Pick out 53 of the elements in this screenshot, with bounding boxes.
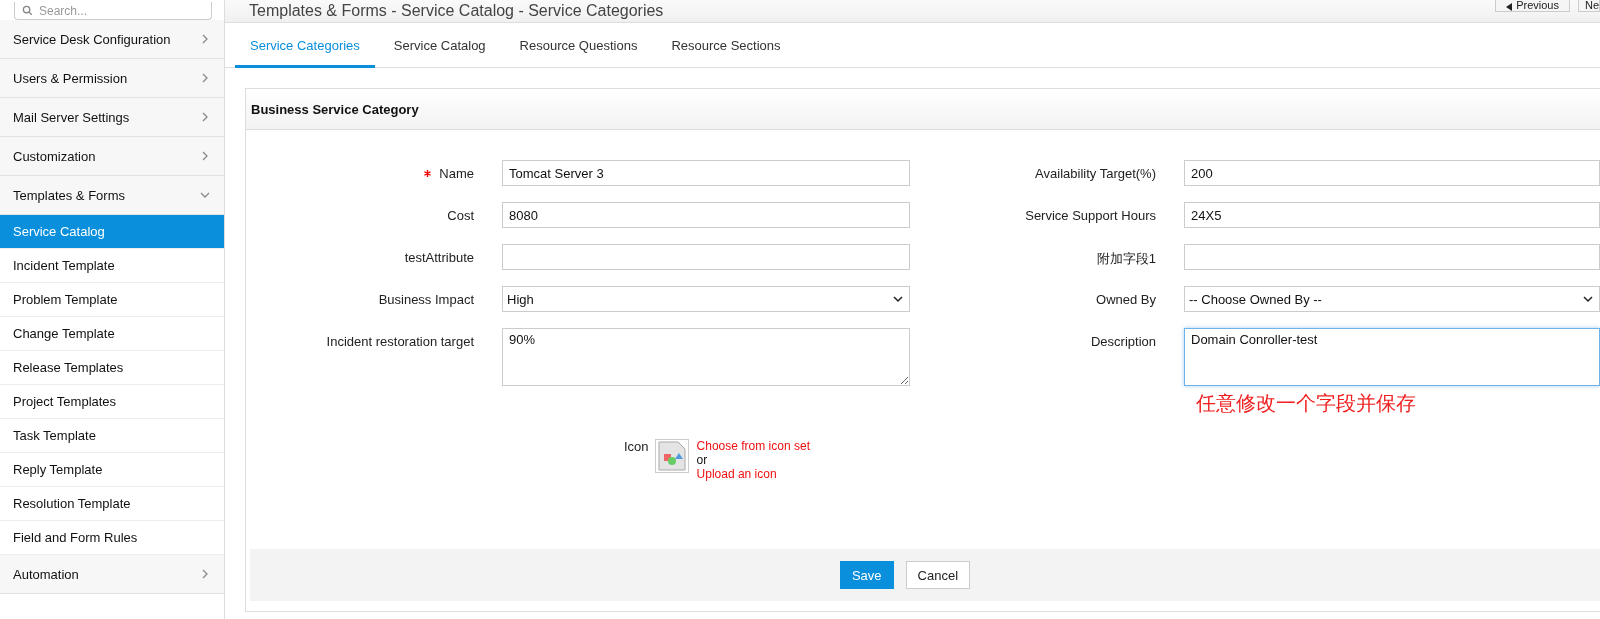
caret-left-icon [1506,3,1513,11]
chevron-right-icon [200,73,210,83]
field-label: Incident restoration target [326,333,474,349]
file-shapes-icon[interactable] [654,439,689,473]
text-area[interactable]: Domain Conroller-test [1184,328,1600,386]
panel-title: Business Service Category [251,101,419,117]
sidebar-group[interactable]: Automation [0,555,224,594]
field-label: Owned By [1096,291,1156,307]
field-label: 附加字段1 [1096,250,1156,268]
or-text: or [696,453,709,467]
tab[interactable]: Service Categories [235,23,375,68]
tab[interactable]: Resource Questions [504,23,653,68]
field-label: Description [1090,333,1156,349]
field-label: Cost [447,207,474,223]
sidebar-group[interactable]: Service Desk Configuration [0,20,224,59]
field-label: testAttribute [404,249,474,265]
text-input[interactable]: 8080 [502,202,910,228]
page-title: Templates & Forms - Service Catalog - Service Categories [249,2,664,20]
sidebar-group[interactable]: Customization [0,137,224,176]
text-input[interactable] [502,244,910,270]
field-label: Business Impact [378,291,474,307]
sidebar-group[interactable]: Templates & Forms [0,176,224,215]
field-label: Availability Target(%) [1035,165,1156,181]
text-input[interactable]: Tomcat Server 3 [502,160,910,186]
sidebar-item[interactable]: Service Catalog [0,215,224,249]
chevron-right-icon [200,112,210,122]
upload-icon-link[interactable]: Upload an icon [696,467,810,481]
annotation-text: 任意修改一个字段并保存 [1195,391,1417,416]
text-input[interactable]: 24X5 [1184,202,1600,228]
chevron-down-icon [893,295,903,303]
search-field[interactable]: Search... [14,2,212,20]
text-area[interactable]: 90% [502,328,910,386]
text-input[interactable]: 200 [1184,160,1600,186]
cancel-button[interactable]: Cancel [905,561,971,589]
tab[interactable]: Service Catalog [378,23,501,68]
sidebar-group[interactable]: Users & Permission [0,59,224,98]
choose-icon-link[interactable]: Choose from icon set [696,439,810,453]
previous-button[interactable]: Previous [1495,0,1570,12]
field-label: Service Support Hours [1025,207,1156,223]
field-label: Icon [624,439,649,454]
select-field[interactable]: -- Choose Owned By -- [1184,286,1600,312]
chevron-down-icon [200,190,210,200]
text-input[interactable] [1184,244,1600,270]
sidebar-group[interactable]: Mail Server Settings [0,98,224,137]
chevron-right-icon [200,151,210,161]
chevron-right-icon [200,34,210,44]
select-field[interactable]: High [502,286,910,312]
save-button[interactable]: Save [839,561,894,589]
chevron-down-icon [1583,295,1593,303]
field-label: Name [439,165,474,181]
next-button[interactable]: Ne [1577,0,1600,12]
tab[interactable]: Resource Sections [656,23,796,68]
chevron-right-icon [200,569,210,579]
